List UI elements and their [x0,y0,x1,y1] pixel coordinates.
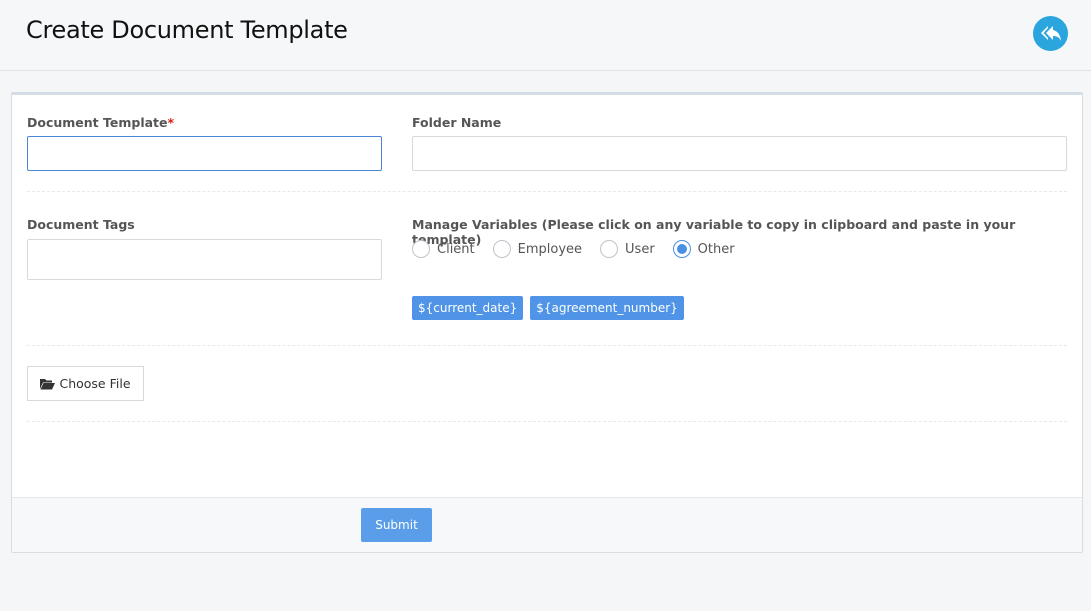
form-footer: Submit [12,497,1082,552]
folder-name-input[interactable] [412,136,1067,171]
submit-button[interactable]: Submit [361,508,432,542]
page-title: Create Document Template [26,16,348,44]
choose-file-button[interactable]: Choose File [27,366,144,401]
document-template-label-text: Document Template [27,115,168,130]
radio-circle [492,240,511,258]
divider [27,345,1067,346]
document-tags-label: Document Tags [27,217,135,232]
document-template-input[interactable] [27,136,382,171]
reply-all-icon [1040,25,1061,41]
radio-employee[interactable]: Employee [492,240,583,258]
choose-file-label: Choose File [59,376,131,391]
template-form-card: Document Template* Folder Name Document … [11,92,1083,553]
folder-name-label: Folder Name [412,115,502,130]
radio-label: User [625,241,655,257]
radio-dot [676,244,687,254]
radio-user[interactable]: User [600,240,655,258]
back-button[interactable] [1033,16,1068,51]
radio-circle [412,240,430,258]
variable-tag-agreement-number[interactable]: ${agreement_number} [530,296,684,320]
document-tags-input[interactable] [27,239,382,280]
divider [27,191,1067,192]
divider [27,421,1067,422]
radio-circle [600,240,619,258]
variable-tag-current-date[interactable]: ${current_date} [412,296,524,320]
radio-label: Other [697,241,735,257]
folder-open-icon [40,378,56,389]
radio-other[interactable]: Other [672,240,735,258]
page-header: Create Document Template [0,0,1091,71]
radio-circle-checked [672,240,691,258]
variable-type-radio-group: Client Employee User Other [412,240,753,258]
required-mark: * [167,115,175,130]
variable-tags: ${current_date} ${agreement_number} [412,296,691,320]
radio-label: Client [437,241,475,257]
radio-client[interactable]: Client [412,240,475,258]
document-template-label: Document Template* [27,115,174,130]
radio-label: Employee [517,241,583,257]
